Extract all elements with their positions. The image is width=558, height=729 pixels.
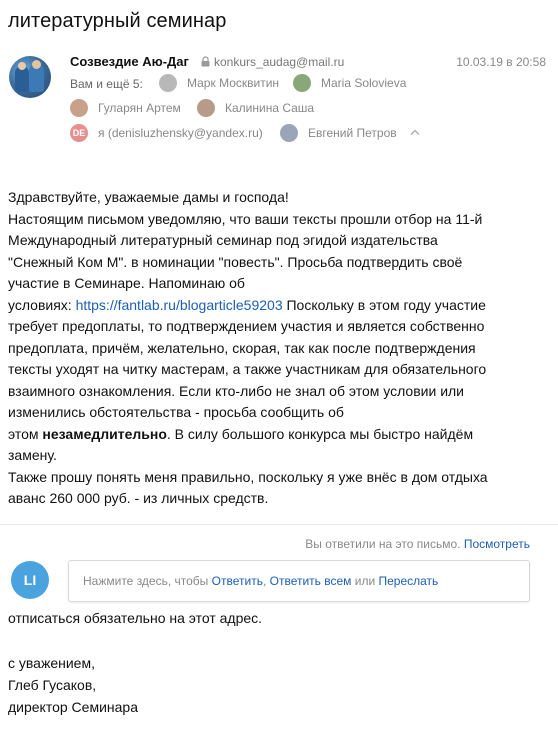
body-line: требует предоплаты, то подтверждением уч… bbox=[8, 318, 485, 334]
reply-all-link[interactable]: Ответить всем bbox=[270, 574, 352, 588]
sender-email[interactable]: konkurs_audag@mail.ru bbox=[214, 55, 344, 69]
recipient-avatar bbox=[197, 99, 215, 117]
recipient-name: Гуларян Артем bbox=[98, 101, 181, 115]
recipient-avatar bbox=[70, 99, 88, 117]
avatar-figure bbox=[18, 62, 26, 70]
body-line: этом незамедлительно. В силу большого ко… bbox=[8, 424, 473, 446]
recipients-label: Вам и ещё 5: bbox=[70, 77, 143, 91]
signature-line: Глеб Гусаков, bbox=[8, 677, 97, 693]
body-line: Также прошу понять меня правильно, поско… bbox=[8, 468, 488, 485]
recipient-item[interactable]: Maria Solovieva bbox=[293, 74, 406, 92]
body-line: Настоящим письмом уведомляю, что ваши те… bbox=[8, 210, 483, 227]
body-text-span: этом bbox=[8, 425, 43, 442]
body-line: аванс 260 000 руб. - из личных средств. bbox=[8, 490, 269, 506]
sender-avatar[interactable] bbox=[9, 56, 51, 98]
replied-text: Вы ответили на это письмо. bbox=[305, 537, 461, 551]
body-line: Здравствуйте, уважаемые дамы и господа! bbox=[8, 189, 289, 205]
recipient-item[interactable]: Марк Москвитин bbox=[159, 74, 279, 92]
recipient-item[interactable]: Калинина Саша bbox=[197, 99, 314, 117]
divider bbox=[0, 524, 558, 525]
emphasis-text: незамедлительно bbox=[42, 425, 167, 442]
body-line: взаимного ознакомления. Если кто-либо не… bbox=[8, 382, 464, 399]
recipient-name: Евгений Петров bbox=[308, 126, 397, 140]
recipient-name: Калинина Саша bbox=[225, 101, 315, 115]
signature-line: директор Семинара bbox=[8, 699, 138, 715]
recipient-avatar bbox=[280, 124, 298, 142]
sender-name[interactable]: Созвездие Аю-Даг bbox=[70, 54, 189, 69]
body-line: предоплата, причём, желательно, скорая, … bbox=[8, 339, 476, 356]
fantlab-link[interactable]: https://fantlab.ru/blogarticle59203 bbox=[76, 297, 283, 313]
body-text-span: Поскольку в этом году участие bbox=[282, 296, 486, 313]
signature-line: с уважением, bbox=[8, 655, 95, 671]
recipient-item[interactable]: Гуларян Артем bbox=[70, 99, 181, 117]
recipient-item[interactable]: DE я (denisluzhensky@yandex.ru) bbox=[70, 124, 263, 142]
reply-link[interactable]: Ответить bbox=[212, 574, 263, 588]
recipient-name: Марк Москвитин bbox=[187, 76, 280, 90]
replied-notice: Вы ответили на это письмо. Посмотреть bbox=[305, 537, 530, 551]
view-reply-link[interactable]: Посмотреть bbox=[464, 537, 530, 551]
user-avatar: LI bbox=[11, 561, 49, 599]
forward-link[interactable]: Переслать bbox=[379, 574, 439, 588]
reply-prompt: Нажмите здесь, чтобы bbox=[83, 574, 212, 588]
body-text-span: . В силу большого конкурса мы быстро най… bbox=[166, 425, 474, 442]
body-text-span: условиях: bbox=[8, 296, 76, 313]
body-line: участие в Семинаре. Напоминаю об bbox=[8, 275, 245, 291]
body-line: тексты уходят на читку мастерам, а также… bbox=[8, 361, 487, 377]
recipient-avatar bbox=[293, 74, 311, 92]
body-line: изменились обстоятельства - просьба сооб… bbox=[8, 404, 344, 420]
lock-icon bbox=[201, 56, 210, 67]
avatar-figure bbox=[32, 60, 41, 69]
body-line: замену. bbox=[8, 447, 57, 463]
message-subject: литературный семинар bbox=[8, 10, 227, 32]
reply-or: или bbox=[351, 574, 379, 588]
recipient-name: Maria Solovieva bbox=[321, 76, 407, 90]
message-date: 10.03.19 в 20:58 bbox=[456, 55, 546, 69]
chevron-up-icon[interactable] bbox=[410, 128, 420, 136]
body-line: Международный литературный семинар под э… bbox=[8, 232, 438, 248]
recipient-avatar bbox=[159, 74, 177, 92]
recipient-item[interactable]: Евгений Петров bbox=[280, 124, 397, 142]
body-line: "Снежный Ком М". в номинации "повесть". … bbox=[8, 253, 463, 270]
reply-separator: , bbox=[262, 574, 270, 588]
quick-reply-box[interactable]: Нажмите здесь, чтобы Ответить, Ответить … bbox=[68, 560, 530, 602]
tail-line: отписаться обязательно на этот адрес. bbox=[8, 610, 263, 626]
recipient-avatar: DE bbox=[70, 124, 88, 142]
body-line: условиях: https://fantlab.ru/blogarticle… bbox=[8, 295, 486, 317]
recipient-name: я (denisluzhensky@yandex.ru) bbox=[98, 126, 263, 140]
